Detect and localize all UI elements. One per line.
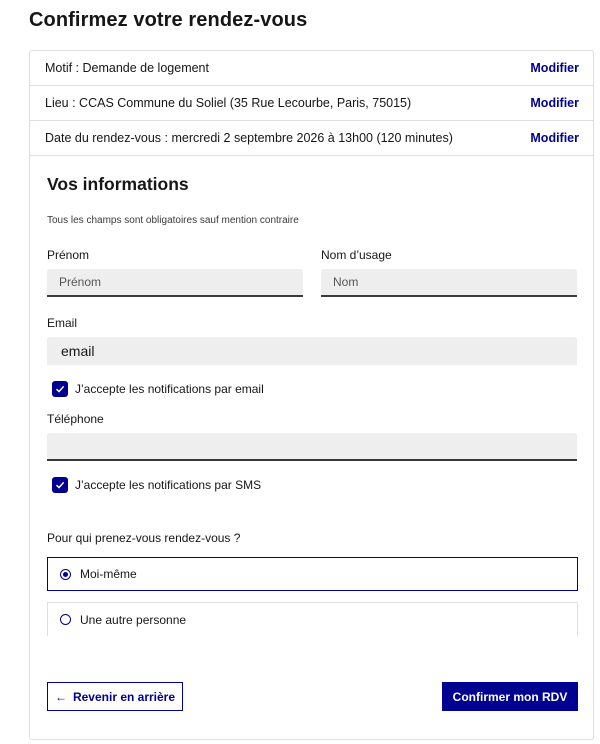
- radio-option-label: Une autre personne: [80, 612, 187, 627]
- modify-lieu-link[interactable]: Modifier: [530, 96, 579, 110]
- checkbox-checked-icon[interactable]: [52, 381, 68, 397]
- email-notifications-checkbox[interactable]: J’accepte les notifications par email: [52, 381, 264, 397]
- prenom-input[interactable]: [47, 269, 303, 297]
- confirm-button[interactable]: Confirmer mon RDV: [442, 682, 578, 711]
- modify-motif-link[interactable]: Modifier: [530, 61, 579, 75]
- radio-unselected-icon[interactable]: [60, 614, 71, 625]
- arrow-left-icon: ←: [54, 689, 67, 704]
- back-button[interactable]: ← Revenir en arrière: [47, 682, 183, 711]
- section-title: Vos informations: [47, 174, 189, 194]
- for-whom-question: Pour qui prenez-vous rendez-vous ?: [47, 531, 241, 545]
- sms-notifications-checkbox[interactable]: J’accepte les notifications par SMS: [52, 477, 261, 493]
- nom-label: Nom d’usage: [321, 248, 392, 262]
- prenom-label: Prénom: [47, 248, 90, 262]
- email-input[interactable]: [47, 337, 577, 365]
- summary-row-lieu: Lieu : CCAS Commune du Soliel (35 Rue Le…: [30, 86, 593, 121]
- radio-option-myself[interactable]: Moi-même: [47, 557, 578, 591]
- telephone-input[interactable]: [47, 433, 577, 461]
- date-text: Date du rendez-vous : mercredi 2 septemb…: [45, 131, 453, 145]
- email-label: Email: [47, 316, 78, 330]
- email-notifications-label: J’accepte les notifications par email: [75, 382, 264, 396]
- checkbox-checked-icon[interactable]: [52, 477, 68, 493]
- motif-text: Motif : Demande de logement: [45, 61, 209, 75]
- radio-option-label: Moi-même: [80, 567, 137, 581]
- nom-input[interactable]: [321, 269, 577, 297]
- back-button-label: Revenir en arrière: [72, 689, 176, 704]
- lieu-text: Lieu : CCAS Commune du Soliel (35 Rue Le…: [45, 96, 412, 110]
- modify-date-link[interactable]: Modifier: [530, 131, 579, 145]
- mandatory-note: Tous les champs sont obligatoires sauf m…: [47, 215, 299, 226]
- radio-selected-icon[interactable]: [60, 568, 71, 580]
- page-title: Confirmez votre rendez-vous: [29, 9, 308, 31]
- radio-option-other-person[interactable]: Une autre personne: [47, 602, 578, 636]
- summary-row-motif: Motif : Demande de logement Modifier: [30, 51, 593, 86]
- telephone-label: Téléphone: [47, 412, 104, 426]
- appointment-card: Motif : Demande de logement Modifier Lie…: [29, 50, 594, 740]
- sms-notifications-label: J’accepte les notifications par SMS: [75, 478, 262, 492]
- summary-row-date: Date du rendez-vous : mercredi 2 septemb…: [30, 121, 593, 156]
